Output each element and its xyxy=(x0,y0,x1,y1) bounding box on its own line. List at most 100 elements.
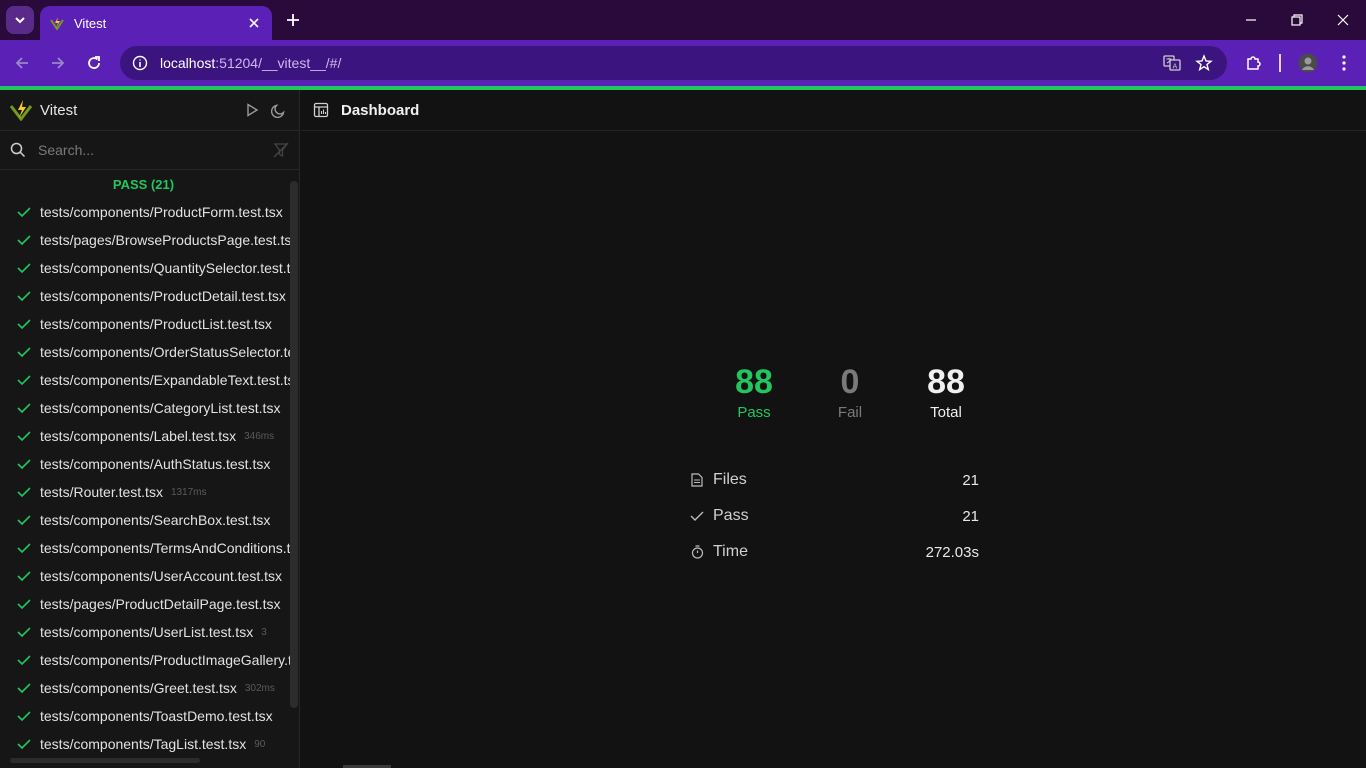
check-icon xyxy=(17,738,31,750)
svg-text:A: A xyxy=(1173,63,1178,71)
minimize-button[interactable] xyxy=(1228,0,1274,40)
info-icon xyxy=(132,55,148,71)
test-file-path: tests/components/ExpandableText.test.tsx xyxy=(40,372,290,388)
pass-group-header[interactable]: PASS (21) xyxy=(0,170,299,198)
test-file-item[interactable]: tests/Router.test.tsx 1317ms xyxy=(0,478,290,506)
summary-row-pass: Pass 21 xyxy=(689,498,979,534)
summary-time-value: 272.03s xyxy=(925,543,979,561)
url-host: localhost xyxy=(160,55,216,71)
test-file-item[interactable]: tests/components/TagList.test.tsx 90 xyxy=(0,730,290,758)
new-tab-button[interactable] xyxy=(281,8,305,32)
check-icon xyxy=(17,458,31,470)
back-button[interactable] xyxy=(8,49,36,77)
check-icon xyxy=(17,374,31,386)
check-icon xyxy=(17,598,31,610)
puzzle-icon xyxy=(1247,56,1261,70)
check-icon xyxy=(17,318,31,330)
reload-icon xyxy=(88,56,100,69)
page-title: Dashboard xyxy=(341,101,420,119)
test-file-path: tests/components/ProductDetail.test.tsx xyxy=(40,288,286,304)
minimize-icon xyxy=(1246,19,1256,21)
test-file-item[interactable]: tests/components/Greet.test.tsx 302ms xyxy=(0,674,290,702)
browser-menu-button[interactable] xyxy=(1332,51,1356,75)
filter-off-icon[interactable] xyxy=(273,142,289,158)
restore-button[interactable] xyxy=(1274,0,1320,40)
summary-row-time: Time 272.03s xyxy=(689,534,979,570)
browser-toolbar: localhost:51204/__vitest__/#/ A xyxy=(0,40,1366,86)
toolbar-divider xyxy=(1279,54,1281,72)
arrow-right-icon xyxy=(52,57,65,69)
check-icon xyxy=(17,654,31,666)
tab-close-button[interactable] xyxy=(246,15,262,31)
translate-button[interactable]: A xyxy=(1162,53,1182,73)
test-file-item[interactable]: tests/components/UserAccount.test.tsx xyxy=(0,562,290,590)
toggle-theme-button[interactable] xyxy=(267,99,289,121)
test-file-path: tests/components/OrderStatusSelector.tes… xyxy=(40,344,290,360)
restore-icon xyxy=(1291,14,1303,26)
summary-pass-label: Pass xyxy=(713,507,749,524)
test-file-item[interactable]: tests/pages/BrowseProductsPage.test.tsx xyxy=(0,226,290,254)
test-file-item[interactable]: tests/components/ExpandableText.test.tsx xyxy=(0,366,290,394)
test-file-item[interactable]: tests/components/OrderStatusSelector.tes… xyxy=(0,338,290,366)
stat-total: 88 Total xyxy=(898,362,994,421)
test-file-item[interactable]: tests/components/CategoryList.test.tsx xyxy=(0,394,290,422)
test-file-path: tests/Router.test.tsx xyxy=(40,484,163,500)
search-input[interactable] xyxy=(38,142,273,158)
tab-search-button[interactable] xyxy=(6,6,34,34)
bookmark-button[interactable] xyxy=(1194,53,1214,73)
test-file-item[interactable]: tests/components/ProductForm.test.tsx xyxy=(0,198,290,226)
sidebar: Vitest PASS (21) tests/components/Produc… xyxy=(0,90,300,768)
test-file-path: tests/components/ProductList.test.tsx xyxy=(40,316,272,332)
browser-tab-vitest[interactable]: Vitest xyxy=(40,6,272,40)
check-icon xyxy=(17,346,31,358)
extensions-button[interactable] xyxy=(1242,51,1266,75)
address-bar[interactable]: localhost:51204/__vitest__/#/ A xyxy=(120,46,1227,80)
browser-tab-bar: Vitest xyxy=(0,0,1366,40)
sidebar-vertical-scrollbar[interactable] xyxy=(290,181,298,708)
test-file-list: tests/components/ProductForm.test.tsx tes… xyxy=(0,198,299,768)
check-icon xyxy=(17,234,31,246)
test-file-item[interactable]: tests/components/ProductDetail.test.tsx xyxy=(0,282,290,310)
test-file-path: tests/components/CategoryList.test.tsx xyxy=(40,400,281,416)
profile-avatar[interactable] xyxy=(1296,51,1320,75)
summary-files-value: 21 xyxy=(962,471,979,489)
run-all-button[interactable] xyxy=(241,99,263,121)
check-icon xyxy=(17,262,31,274)
vitest-favicon-icon xyxy=(50,17,64,30)
test-file-path: tests/components/UserAccount.test.tsx xyxy=(40,568,282,584)
test-file-path: tests/components/QuantitySelector.test.t… xyxy=(40,260,290,276)
test-file-path: tests/components/Label.test.tsx xyxy=(40,428,237,444)
test-file-item[interactable]: tests/components/AuthStatus.test.tsx xyxy=(0,450,290,478)
test-file-item[interactable]: tests/components/ProductList.test.tsx xyxy=(0,310,290,338)
vitest-logo-icon xyxy=(10,100,32,121)
test-file-item[interactable]: tests/pages/ProductDetailPage.test.tsx xyxy=(0,590,290,618)
search-row xyxy=(0,131,299,170)
test-file-path: tests/components/Greet.test.tsx xyxy=(40,680,237,696)
main-panel: Dashboard 88 Pass 0 Fail 88 Total Files … xyxy=(301,90,1366,768)
test-file-item[interactable]: tests/components/Label.test.tsx 346ms xyxy=(0,422,290,450)
check-icon xyxy=(17,570,31,582)
test-file-duration: 3 xyxy=(261,626,267,638)
dashboard-icon xyxy=(313,102,329,118)
test-file-item[interactable]: tests/components/TermsAndConditions.test… xyxy=(0,534,290,562)
stat-total-label: Total xyxy=(930,404,962,421)
test-file-item[interactable]: tests/components/ToastDemo.test.tsx xyxy=(0,702,290,730)
test-file-duration: 346ms xyxy=(244,430,275,442)
test-file-path: tests/components/UserList.test.tsx xyxy=(40,624,254,640)
test-stats: 88 Pass 0 Fail 88 Total xyxy=(706,362,994,421)
forward-button[interactable] xyxy=(44,49,72,77)
reload-button[interactable] xyxy=(80,49,108,77)
test-file-item[interactable]: tests/components/ProductImageGallery.tes… xyxy=(0,646,290,674)
chevron-down-icon xyxy=(15,17,25,24)
avatar-icon xyxy=(1298,53,1318,73)
test-file-item[interactable]: tests/components/UserList.test.tsx 3 xyxy=(0,618,290,646)
close-window-button[interactable] xyxy=(1320,0,1366,40)
test-file-item[interactable]: tests/components/SearchBox.test.tsx xyxy=(0,506,290,534)
test-file-path: tests/components/TagList.test.tsx xyxy=(40,736,247,752)
test-file-item[interactable]: tests/components/QuantitySelector.test.t… xyxy=(0,254,290,282)
sidebar-horizontal-scrollbar[interactable] xyxy=(10,758,200,763)
close-icon xyxy=(1337,14,1349,26)
check-icon xyxy=(17,486,31,498)
plus-icon xyxy=(287,14,299,26)
summary-pass-value: 21 xyxy=(962,507,979,525)
